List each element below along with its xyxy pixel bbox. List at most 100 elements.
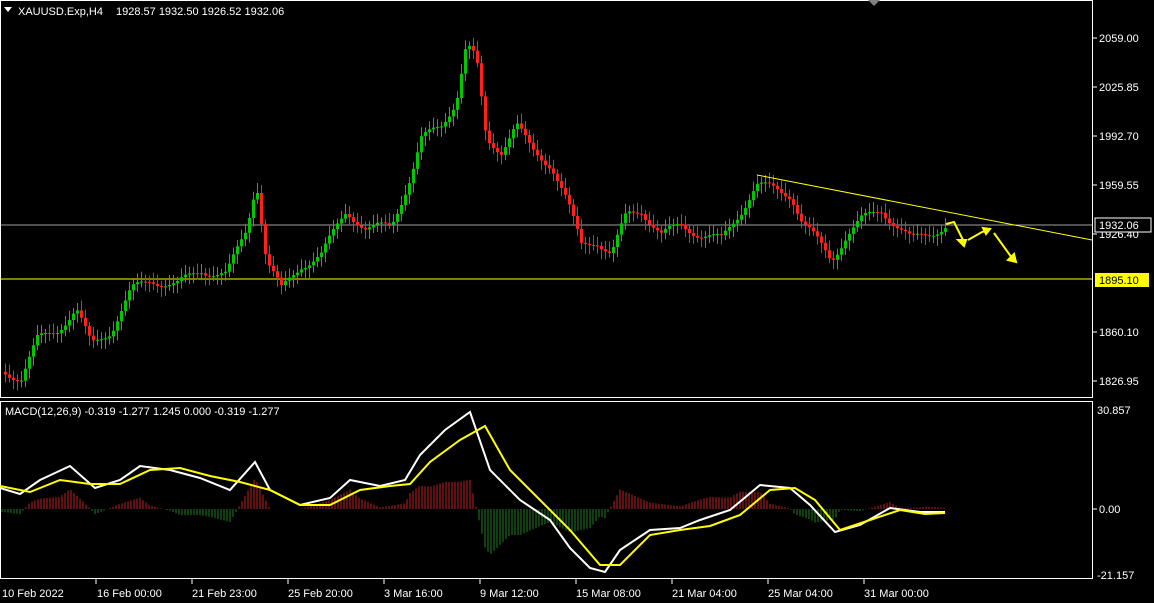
candle-body [212,276,215,278]
candle-body [352,217,355,222]
candle-body [376,222,379,225]
candle-body [764,182,767,184]
candle-body [440,126,443,128]
candle-body [644,214,647,220]
candle-body [232,254,235,264]
candle-body [100,339,103,341]
macd-axis-zero: 0.00 [1099,504,1120,516]
candle-body [616,234,619,248]
candle-body [284,280,287,286]
candle-body [368,227,371,230]
candle-body [356,221,359,226]
candle-body [220,273,223,275]
price-tick: 1959.55 [1099,180,1139,192]
candle-body [208,275,211,277]
candle-body [176,280,179,284]
candle-body [872,211,875,213]
candle-body [508,138,511,148]
candle-body [316,257,319,262]
candle-body [580,228,583,243]
candle-body [16,379,19,381]
candle-body [532,142,535,150]
candle-body [152,282,155,284]
candle-body [648,219,651,225]
macd-label: MACD(12,26,9) -0.319 -1.277 1.245 0.000 … [5,406,280,418]
candle-body [908,231,911,234]
candle-body [620,223,623,235]
candle-body [4,372,7,375]
time-tick: 25 Feb 20:00 [288,588,353,600]
candle-body [372,224,375,228]
price-tick: 1826.95 [1099,376,1139,388]
candle-body [52,333,55,335]
price-tick: 2059.00 [1099,33,1139,45]
candle-body [12,377,15,380]
candle-body [172,283,175,286]
candle-body [936,234,939,236]
candle-body [888,218,891,223]
candle-body [72,313,75,320]
candle-body [80,310,83,318]
chart-canvas[interactable]: XAUUSD.Exp,H4 1928.57 1932.50 1926.52 19… [0,0,1154,603]
candle-body [792,199,795,205]
macd-panel-border [0,401,1093,579]
candle-body [676,224,679,226]
candle-body [120,311,123,322]
support-price-label: 1895.10 [1099,275,1139,287]
candle-body [624,213,627,224]
candle-body [64,325,67,330]
candle-body [104,338,107,340]
candle-body [848,233,851,241]
candle-body [852,227,855,234]
candle-body [756,183,759,192]
candle-body [596,245,599,247]
candle-body [716,234,719,236]
candle-body [760,182,763,184]
candle-body [608,251,611,253]
candle-body [868,211,871,214]
candle-body [504,147,507,155]
candle-body [840,248,843,255]
candle-body [300,269,303,273]
candle-body [96,339,99,341]
time-tick: 3 Mar 16:00 [384,588,443,600]
candle-body [668,226,671,229]
candle-body [412,168,415,184]
triangle-down-icon[interactable] [868,0,880,6]
candle-body [828,250,831,259]
candle-body [40,333,43,336]
candle-body [496,148,499,153]
candle-body [240,239,243,247]
triangle-down-icon[interactable] [4,7,12,12]
candle-body [564,187,567,195]
price-tick: 1860.10 [1099,327,1139,339]
candle-body [552,168,555,174]
time-tick: 15 Mar 08:00 [576,588,641,600]
candle-body [820,236,823,243]
candle-body [720,234,723,236]
candle-body [612,247,615,253]
candle-body [192,273,195,275]
candle-body [320,252,323,258]
candle-body [836,254,839,260]
time-tick: 31 Mar 00:00 [864,588,929,600]
candle-body [428,129,431,133]
candle-body [484,96,487,131]
candle-body [68,319,71,326]
candle-body [384,222,387,224]
candle-body [20,380,23,382]
candle-body [148,281,151,283]
candle-body [520,123,523,129]
candle-body [812,227,815,232]
time-tick: 25 Mar 04:00 [768,588,833,600]
candle-body [684,224,687,229]
candle-body [76,310,79,314]
candle-body [880,212,883,214]
candle-body [688,228,691,234]
trend-line[interactable] [756,174,1093,241]
candle-body [164,286,167,288]
candle-body [84,317,87,327]
candle-body [656,227,659,231]
time-tick: 21 Mar 04:00 [672,588,737,600]
candle-body [568,194,571,205]
